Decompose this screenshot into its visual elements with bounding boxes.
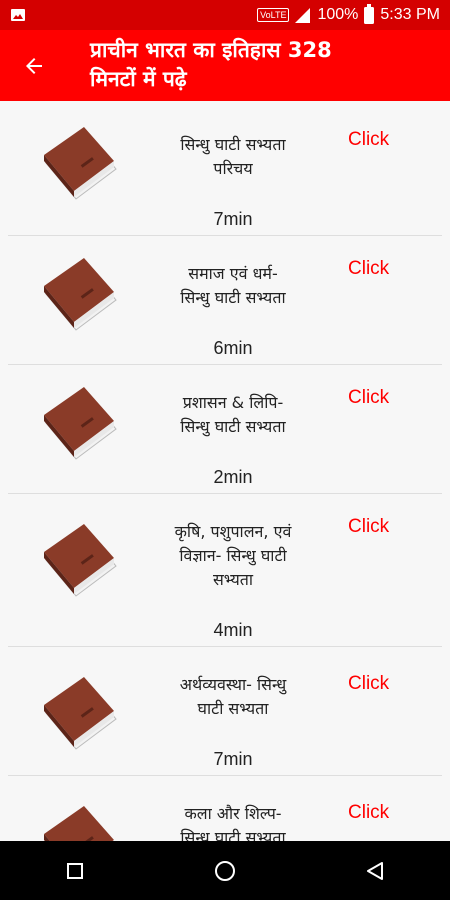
circle-icon [215,860,235,881]
item-title-line2: घाटी सभ्यता [197,699,269,718]
click-link[interactable]: Click [348,129,389,151]
back-button[interactable] [20,52,48,80]
item-title-line1: सिन्धु घाटी सभ्यता [180,135,286,154]
item-title-line1: अर्थव्यवस्था- सिन्धु [179,675,287,694]
book-icon [44,258,117,331]
book-icon [44,677,117,750]
click-link[interactable]: Click [348,258,389,280]
page-title: प्राचीन भारत का इतिहास 328 मिनटों में पढ… [90,36,430,94]
status-left [10,8,26,22]
item-title-line1: कला और शिल्प- [184,804,282,823]
book-icon [44,524,117,597]
item-title-line1: प्रशासन & लिपि- [182,393,284,412]
duration-label: 6min [213,338,253,358]
duration-label: 4min [213,620,253,640]
item-title-line2: परिचय [213,159,253,178]
list-item[interactable]: समाज एवं धर्म- सिन्धु घाटी सभ्यता Click … [8,236,442,365]
book-icon [44,806,114,841]
app-bar: प्राचीन भारत का इतिहास 328 मिनटों में पढ… [0,30,450,101]
chapter-list[interactable]: सिन्धु घाटी सभ्यता परिचय Click 7min समाज… [0,101,450,841]
list-item[interactable]: सिन्धु घाटी सभ्यता परिचय Click 7min [8,101,442,236]
volte-badge: VoLTE [257,8,290,22]
list-item[interactable]: प्रशासन & लिपि- सिन्धु घाटी सभ्यता Click… [8,365,442,494]
item-title-line1: कृषि, पशुपालन, एवं [174,522,292,541]
battery-percent: 100% [317,6,359,23]
recents-button[interactable] [45,851,105,891]
square-icon [67,862,83,879]
book-icon [44,127,117,200]
item-title-line2: सिन्धु घाटी सभ्यता [180,828,286,841]
item-title-line2: सिन्धु घाटी सभ्यता [180,288,286,307]
duration-label: 7min [213,209,253,229]
item-title-line2: सिन्धु घाटी सभ्यता [180,417,286,436]
triangle-icon [367,861,383,880]
signal-icon [295,7,311,23]
duration-label: 2min [213,467,253,487]
item-title-line2: विज्ञान- सिन्धु घाटी [179,546,287,565]
clock: 5:33 PM [380,6,440,23]
home-button[interactable] [195,851,255,891]
book-icon [44,387,117,460]
click-link[interactable]: Click [348,387,389,409]
status-bar: VoLTE 100% 5:33 PM [0,0,450,30]
click-link[interactable]: Click [348,673,389,695]
arrow-back-icon [26,58,42,74]
status-right: VoLTE 100% 5:33 PM [257,3,440,24]
click-link[interactable]: Click [348,516,389,538]
battery-icon [364,3,375,24]
duration-label: 7min [213,749,253,769]
click-link[interactable]: Click [348,802,389,824]
list-item[interactable]: अर्थव्यवस्था- सिन्धु घाटी सभ्यता Click 7… [8,647,442,776]
page-title-line1: प्राचीन भारत का इतिहास 328 [90,38,332,62]
system-nav-bar [0,841,450,900]
page-title-line2: मिनटों में पढ़े [90,67,187,91]
item-title-line1: समाज एवं धर्म- [188,264,278,283]
list-item[interactable]: कला और शिल्प- सिन्धु घाटी सभ्यता Click [8,776,442,841]
image-notification-icon [11,9,25,21]
list-item[interactable]: कृषि, पशुपालन, एवं विज्ञान- सिन्धु घाटी … [8,494,442,647]
nav-back-button[interactable] [345,851,405,891]
item-title-line3: सभ्यता [212,570,254,589]
